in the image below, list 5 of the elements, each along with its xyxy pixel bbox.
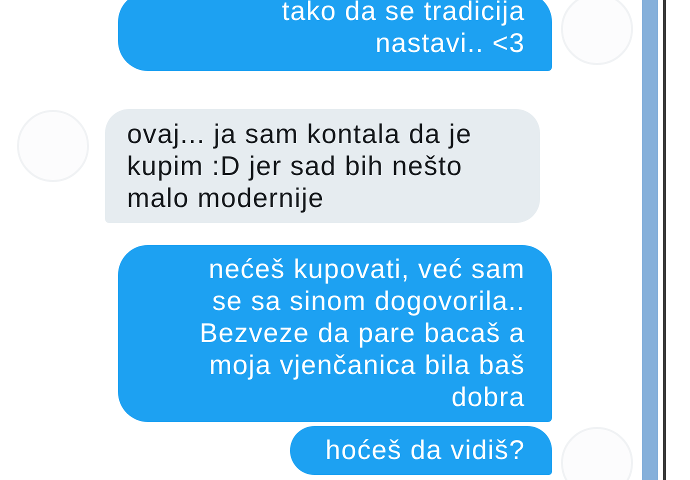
received-message: ovaj... ja sam kontala da je kupim :D jer sad bih nešto malo modernije <box>105 109 540 223</box>
sent-message: nećeš kupovati, već sam se sa sinom dogovorila.. Bezveze da pare bacaš a moja vjenčanica bila baš dobra <box>118 245 552 422</box>
sent-message: hoćeš da vidiš? <box>290 426 552 475</box>
scrollbar[interactable] <box>642 0 658 480</box>
sent-message: tako da se tradicija nastavi.. <3 <box>118 0 552 71</box>
